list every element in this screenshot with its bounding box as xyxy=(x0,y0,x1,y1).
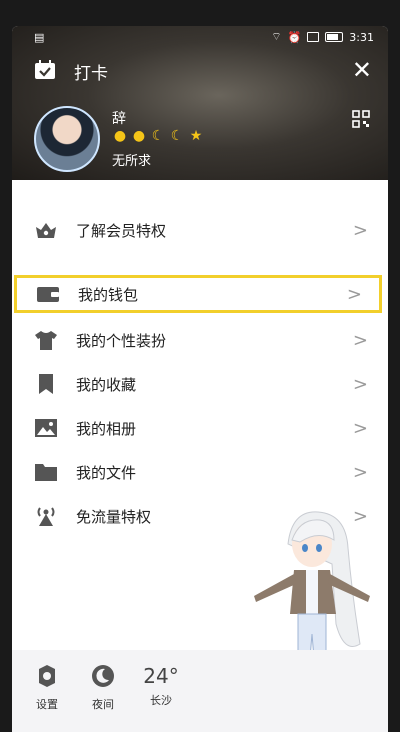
menu-item-label: 我的相册 xyxy=(76,419,137,438)
phone-frame: ▤ ⌔ ⏰ 3:31 打卡 ✕ 辞 ● ● ☾ ☾ ★ 无所求 了解会员特权 >… xyxy=(0,0,400,732)
folder-icon xyxy=(35,464,57,481)
chevron-right-icon: > xyxy=(352,219,368,241)
wallet-icon xyxy=(37,287,59,302)
chevron-right-icon: > xyxy=(352,373,368,395)
screen: ▤ ⌔ ⏰ 3:31 打卡 ✕ 辞 ● ● ☾ ☾ ★ 无所求 了解会员特权 >… xyxy=(12,26,388,732)
weather-temperature: 24° xyxy=(143,664,179,688)
chevron-right-icon: > xyxy=(346,283,362,305)
wifi-icon: ⌔ xyxy=(271,30,282,43)
drawer-footer: 设置 夜间 24° 长沙 xyxy=(12,650,388,732)
alarm-icon: ⏰ xyxy=(287,30,302,44)
night-mode-label: 夜间 xyxy=(92,698,114,711)
gear-icon xyxy=(39,665,55,687)
status-time: 3:31 xyxy=(349,30,374,44)
avatar[interactable] xyxy=(34,106,100,172)
night-mode-button[interactable]: 夜间 xyxy=(78,664,128,712)
menu-item-favorites[interactable]: 我的收藏 > xyxy=(12,362,388,406)
level-badges[interactable]: ● ● ☾ ☾ ★ xyxy=(112,128,204,144)
crown-icon xyxy=(36,223,56,238)
menu-item-label: 我的文件 xyxy=(76,463,137,482)
bookmark-icon xyxy=(39,374,53,394)
vibrate-icon xyxy=(307,32,320,42)
sun-level-icon: ● xyxy=(113,128,127,144)
menu-item-label: 了解会员特权 xyxy=(76,221,167,240)
menu-item-vip[interactable]: 了解会员特权 > xyxy=(12,208,388,252)
qr-code-icon[interactable] xyxy=(352,110,370,128)
star-level-icon: ★ xyxy=(189,128,203,144)
settings-button[interactable]: 设置 xyxy=(22,664,72,712)
status-bar: ▤ ⌔ ⏰ 3:31 xyxy=(12,26,388,48)
chevron-right-icon: > xyxy=(352,329,368,351)
menu-item-wallet[interactable]: 我的钱包 > xyxy=(14,275,382,313)
moon-icon xyxy=(92,665,114,687)
menu-item-files[interactable]: 我的文件 > xyxy=(12,450,388,494)
menu-item-label: 免流量特权 xyxy=(76,507,152,526)
sun-level-icon: ● xyxy=(132,128,146,144)
shirt-icon xyxy=(35,331,57,350)
sim-icon: ▤ xyxy=(34,31,45,44)
chevron-right-icon: > xyxy=(352,461,368,483)
top-bar: 打卡 ✕ xyxy=(12,56,388,92)
signal-tower-icon xyxy=(37,507,55,526)
photo-icon xyxy=(35,419,57,437)
username[interactable]: 辞 xyxy=(112,108,126,128)
signature[interactable]: 无所求 xyxy=(112,150,151,169)
weather-widget[interactable]: 24° 长沙 xyxy=(136,664,186,708)
status-icons: ⌔ ⏰ 3:31 xyxy=(271,30,374,44)
checkin-label[interactable]: 打卡 xyxy=(74,59,108,84)
moon-level-icon: ☾ xyxy=(170,128,184,144)
close-icon[interactable]: ✕ xyxy=(352,58,372,82)
battery-icon xyxy=(325,32,344,42)
settings-label: 设置 xyxy=(36,698,58,711)
menu-item-label: 我的钱包 xyxy=(78,285,139,304)
moon-level-icon: ☾ xyxy=(151,128,165,144)
calendar-check-icon[interactable] xyxy=(34,60,56,80)
weather-city: 长沙 xyxy=(150,694,172,707)
menu-item-label: 我的个性装扮 xyxy=(76,331,167,350)
menu-item-theme[interactable]: 我的个性装扮 > xyxy=(12,318,388,362)
menu-item-album[interactable]: 我的相册 > xyxy=(12,406,388,450)
profile-header: ▤ ⌔ ⏰ 3:31 打卡 ✕ 辞 ● ● ☾ ☾ ★ 无所求 xyxy=(12,26,388,180)
chevron-right-icon: > xyxy=(352,417,368,439)
menu-item-label: 我的收藏 xyxy=(76,375,137,394)
